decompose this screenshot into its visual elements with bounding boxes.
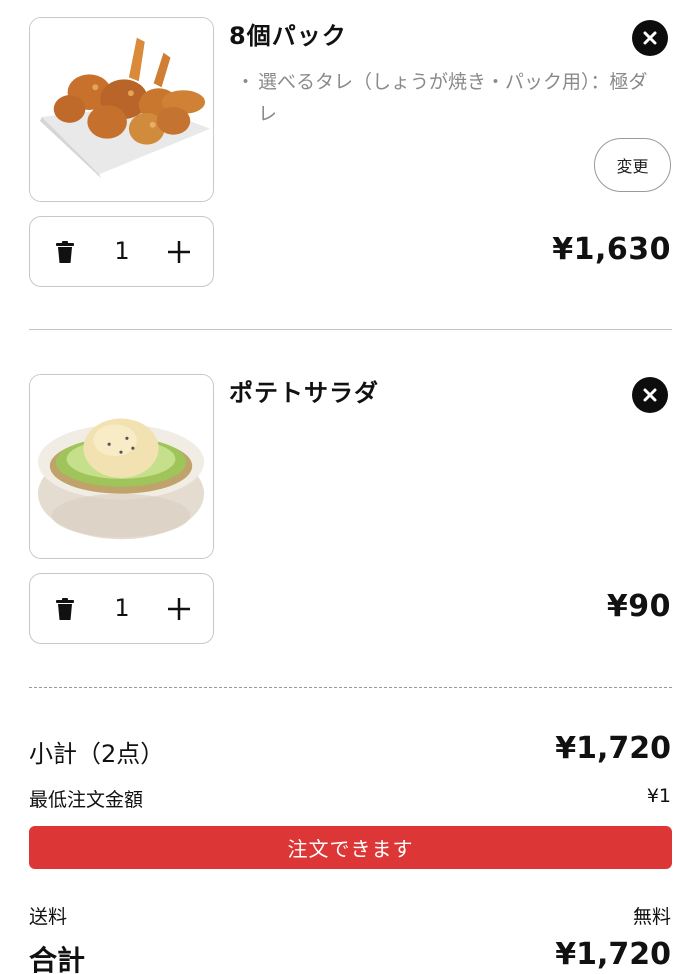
item-price: ¥90 (606, 589, 671, 624)
close-icon (643, 388, 657, 402)
quantity-value: 1 (114, 237, 130, 265)
change-option-button[interactable]: 変更 (594, 138, 671, 192)
item-price: ¥1,630 (552, 232, 671, 267)
item-option: ・ 選べるタレ（しょうが焼き・パック用）：極ダレ (236, 66, 666, 130)
divider (29, 687, 672, 688)
plus-icon[interactable] (166, 239, 192, 265)
potato-salad-image (30, 375, 213, 558)
quantity-stepper: 1 (29, 573, 214, 644)
trash-icon[interactable] (52, 596, 78, 622)
order-status-bar: 注文できます (29, 826, 672, 869)
product-image[interactable] (29, 374, 214, 559)
close-icon (643, 31, 657, 45)
quantity-stepper: 1 (29, 216, 214, 287)
total-value: ¥1,720 (555, 937, 671, 972)
total-label: 合計 (29, 944, 86, 974)
subtotal-label: 小計（2点） (29, 740, 165, 768)
divider (29, 329, 672, 330)
quantity-value: 1 (114, 594, 130, 622)
subtotal-value: ¥1,720 (555, 731, 671, 766)
plus-icon[interactable] (166, 596, 192, 622)
shipping-value: 無料 (632, 906, 671, 928)
item-name: 8個パック (229, 22, 347, 50)
trash-icon[interactable] (52, 239, 78, 265)
remove-item-button[interactable] (632, 20, 668, 56)
shipping-label: 送料 (29, 906, 68, 928)
min-order-value: ¥1 (646, 785, 671, 807)
product-image[interactable] (29, 17, 214, 202)
option-text: 選べるタレ（しょうが焼き・パック用）：極ダレ (258, 71, 648, 125)
option-bullet: ・ (236, 71, 256, 93)
item-name: ポテトサラダ (229, 379, 379, 407)
min-order-label: 最低注文金額 (29, 789, 144, 811)
remove-item-button[interactable] (632, 377, 668, 413)
fried-chicken-image (30, 18, 213, 201)
